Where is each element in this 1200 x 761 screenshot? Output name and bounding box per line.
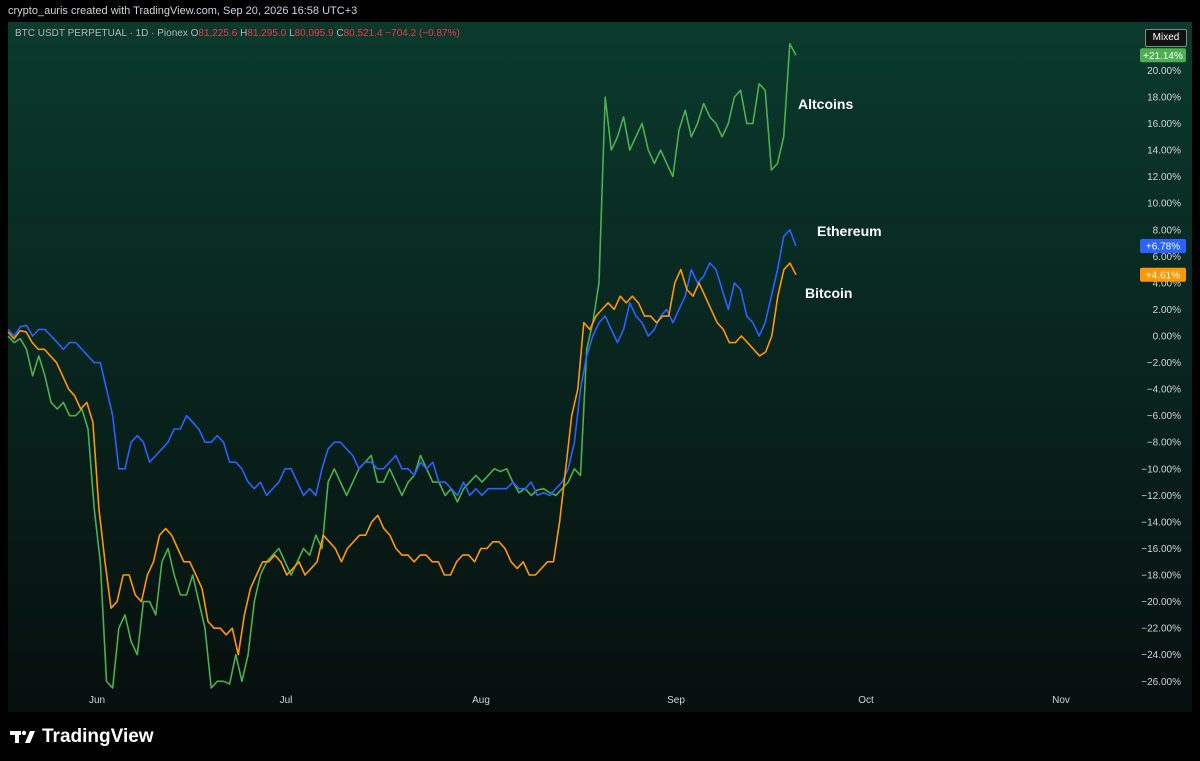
y-tick-label: 2.00% bbox=[1153, 305, 1181, 316]
x-tick-label: Sep bbox=[667, 695, 685, 706]
y-tick-label: −6.00% bbox=[1147, 411, 1181, 422]
y-tick-label: 14.00% bbox=[1147, 146, 1181, 157]
value-badge-label: +21.14% bbox=[1143, 51, 1183, 62]
price-chart: 20.00% 18.00% 16.00% 14.00% 12.00% 10.00% 8.00… bbox=[7, 42, 1186, 706]
tradingview-icon bbox=[10, 730, 35, 743]
x-tick-label: Jun bbox=[89, 695, 105, 706]
y-tick-label: −8.00% bbox=[1147, 438, 1181, 449]
y-tick-label: 10.00% bbox=[1147, 199, 1181, 210]
bottom-bar bbox=[0, 712, 1200, 761]
annotation-bitcoin: Bitcoin bbox=[805, 285, 852, 301]
value-badge-label: +4.61% bbox=[1146, 270, 1180, 281]
series-line-altcoins bbox=[7, 42, 797, 689]
y-tick-label: −24.00% bbox=[1141, 650, 1181, 661]
value-badge-label: +6.78% bbox=[1146, 241, 1180, 252]
series-line-bitcoin bbox=[7, 262, 797, 656]
x-tick-label: Jul bbox=[280, 695, 293, 706]
y-tick-label: 18.00% bbox=[1147, 92, 1181, 103]
y-tick-label: 20.00% bbox=[1147, 66, 1181, 77]
y-tick-label: −4.00% bbox=[1147, 385, 1181, 396]
annotation-altcoins: Altcoins bbox=[798, 96, 853, 112]
y-tick-label: −14.00% bbox=[1141, 517, 1181, 528]
x-tick-label: Oct bbox=[858, 695, 874, 706]
y-tick-label: −26.00% bbox=[1141, 677, 1181, 688]
tradingview-logo[interactable]: TradingView bbox=[10, 726, 154, 748]
y-tick-label: −12.00% bbox=[1141, 491, 1181, 502]
brand-name: TradingView bbox=[42, 726, 154, 747]
series-line-ethereum bbox=[7, 229, 797, 497]
y-tick-label: −2.00% bbox=[1147, 358, 1181, 369]
y-tick-label: 0.00% bbox=[1153, 332, 1181, 343]
y-tick-label: −18.00% bbox=[1141, 571, 1181, 582]
x-tick-label: Aug bbox=[472, 695, 490, 706]
x-tick-label: Nov bbox=[1052, 695, 1070, 706]
y-tick-label: −22.00% bbox=[1141, 624, 1181, 635]
y-tick-label: −16.00% bbox=[1141, 544, 1181, 555]
y-tick-label: 12.00% bbox=[1147, 172, 1181, 183]
y-tick-label: 16.00% bbox=[1147, 119, 1181, 130]
y-tick-label: 6.00% bbox=[1153, 252, 1181, 263]
y-tick-label: 8.00% bbox=[1153, 225, 1181, 236]
y-tick-label: −20.00% bbox=[1141, 597, 1181, 608]
annotation-ethereum: Ethereum bbox=[817, 223, 882, 239]
y-tick-label: −10.00% bbox=[1141, 464, 1181, 475]
